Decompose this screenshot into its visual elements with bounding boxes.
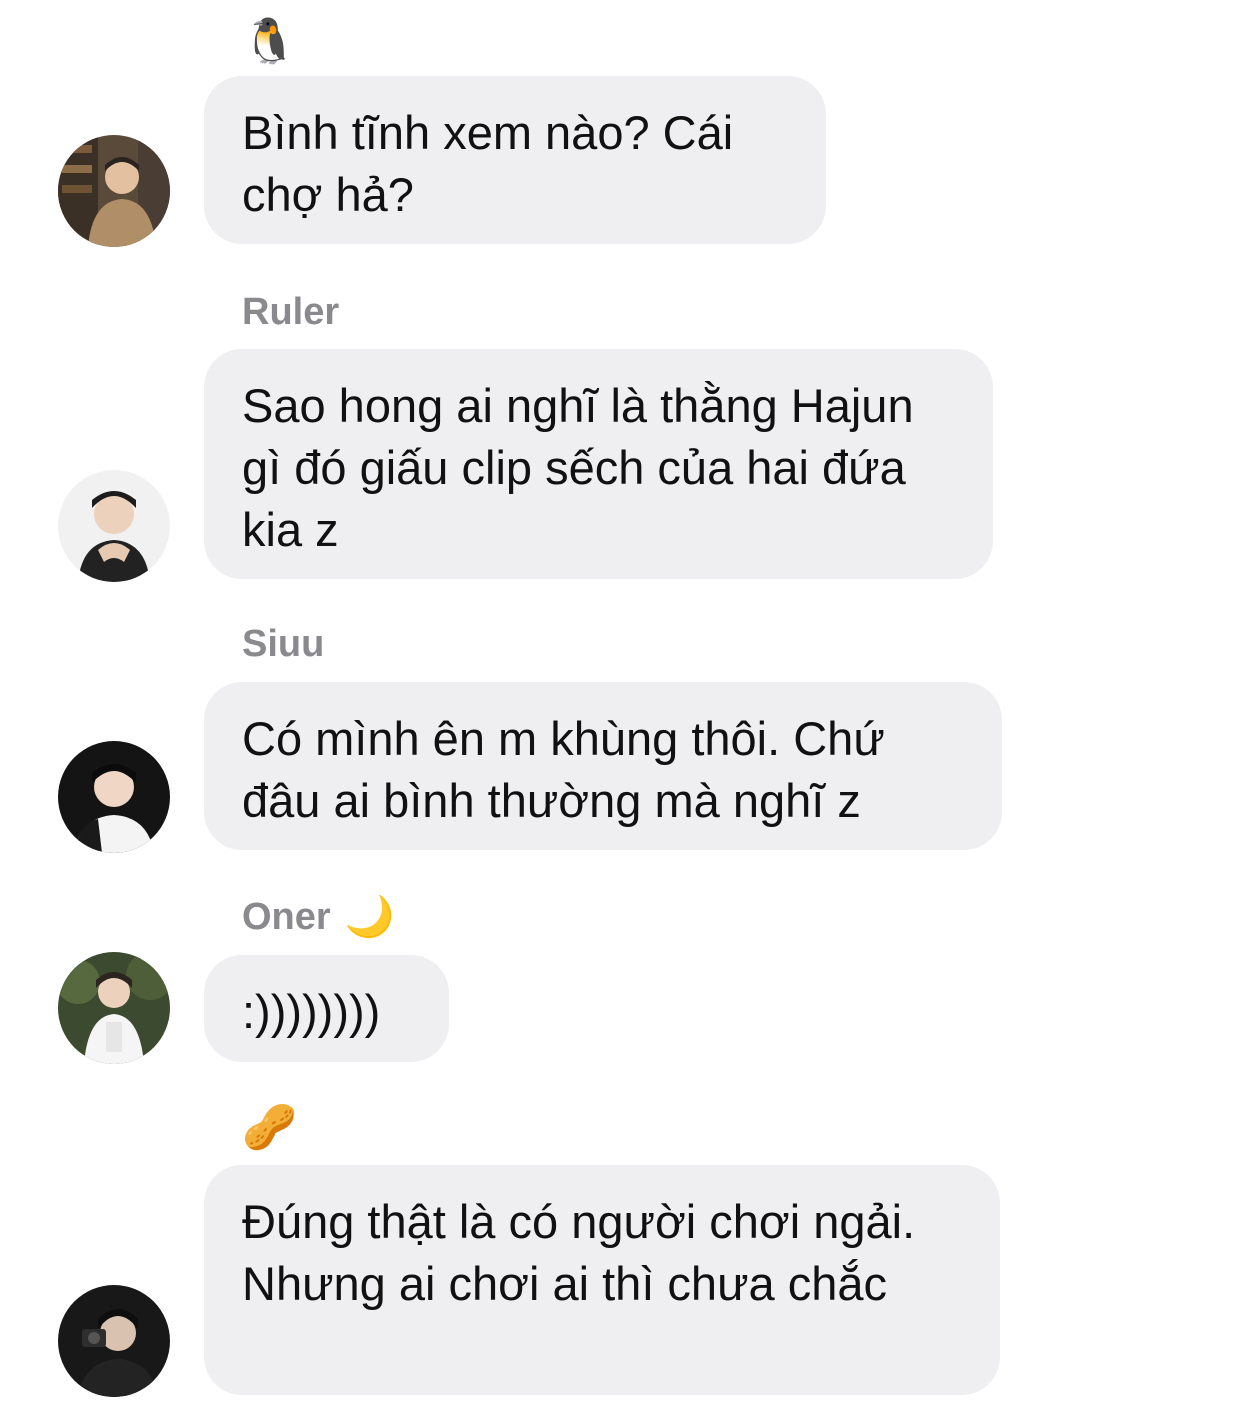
avatar-ruler-image bbox=[58, 470, 170, 582]
peanut-icon: 🥜 bbox=[242, 1103, 297, 1152]
avatar-5-image bbox=[58, 1285, 170, 1397]
sender-name-siuu: Siuu bbox=[242, 622, 324, 666]
message-text: Có mình ên m khùng thôi. Chứ đâu ai bình… bbox=[242, 712, 885, 827]
avatar-oner[interactable] bbox=[58, 952, 170, 1064]
avatar-1[interactable] bbox=[58, 135, 170, 247]
avatar-1-image bbox=[58, 135, 170, 247]
avatar-siuu-image bbox=[58, 741, 170, 853]
crescent-moon-icon: 🌙 bbox=[344, 895, 395, 939]
message-bubble-1[interactable]: Bình tĩnh xem nào? Cái chợ hả? bbox=[204, 76, 826, 244]
sender-name-oner: Oner 🌙 bbox=[242, 895, 395, 939]
avatar-ruler[interactable] bbox=[58, 470, 170, 582]
message-text: Sao hong ai nghĩ là thằng Hajun gì đó gi… bbox=[242, 379, 914, 556]
message-bubble-5[interactable]: Đúng thật là có người chơi ngải. Nhưng a… bbox=[204, 1165, 1000, 1395]
message-text: Đúng thật là có người chơi ngải. Nhưng a… bbox=[242, 1195, 916, 1310]
message-bubble-3[interactable]: Có mình ên m khùng thôi. Chứ đâu ai bình… bbox=[204, 682, 1002, 850]
message-bubble-4[interactable]: :)))))))) bbox=[204, 955, 449, 1062]
avatar-5[interactable] bbox=[58, 1285, 170, 1397]
avatar-oner-image bbox=[58, 952, 170, 1064]
message-text: :)))))))) bbox=[242, 985, 381, 1038]
message-bubble-2[interactable]: Sao hong ai nghĩ là thằng Hajun gì đó gi… bbox=[204, 349, 993, 579]
sender-name-ruler: Ruler bbox=[242, 290, 339, 334]
message-text: Bình tĩnh xem nào? Cái chợ hả? bbox=[242, 106, 734, 221]
penguin-icon: 🐧 bbox=[242, 17, 297, 66]
avatar-siuu[interactable] bbox=[58, 741, 170, 853]
chat-screen: { "messages": [ { "sender_name": "", "se… bbox=[0, 0, 1242, 1415]
sender-name-text: Oner bbox=[242, 896, 331, 938]
sender-name-text: Ruler bbox=[242, 291, 340, 333]
sender-name-text: Siuu bbox=[242, 623, 325, 665]
